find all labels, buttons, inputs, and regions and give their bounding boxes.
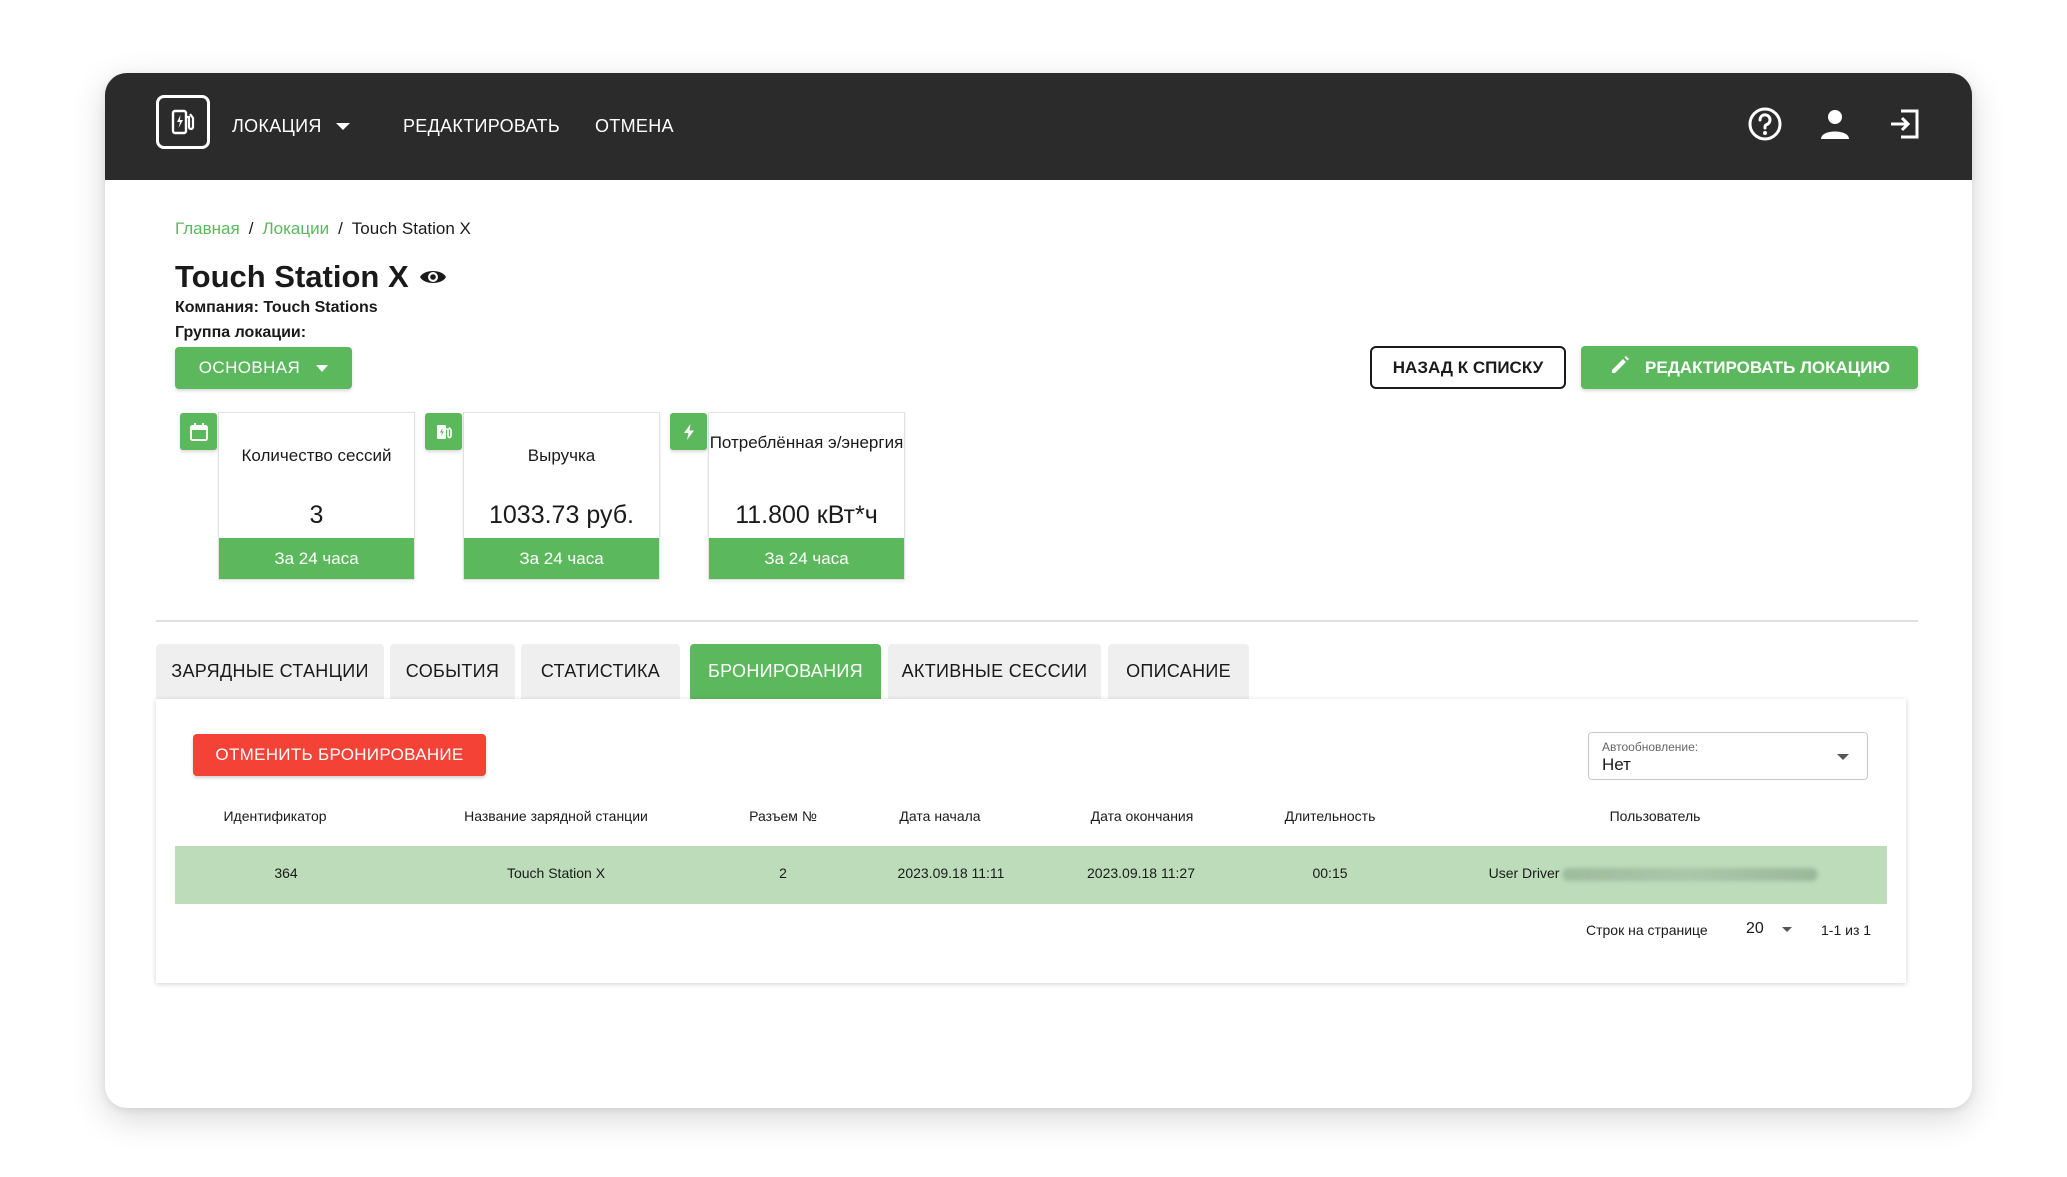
- cell-user-name: User Driver: [1488, 865, 1560, 881]
- chevron-down-icon: [335, 122, 350, 130]
- nav-location-label: ЛОКАЦИЯ: [232, 115, 322, 136]
- back-to-list-button[interactable]: НАЗАД К СПИСКУ: [1370, 346, 1566, 389]
- column-header-start[interactable]: Дата начала: [899, 808, 980, 824]
- help-icon[interactable]: [1745, 104, 1785, 144]
- chevron-down-icon: [316, 364, 329, 372]
- stat-card-sessions: Количество сессий 3 За 24 часа: [218, 412, 415, 580]
- chevron-down-icon: [1837, 754, 1849, 760]
- stat-card-value: 3: [309, 501, 324, 529]
- tab-bookings[interactable]: БРОНИРОВАНИЯ: [690, 644, 881, 699]
- tab-label: ЗАРЯДНЫЕ СТАНЦИИ: [171, 661, 369, 681]
- tab-label: СТАТИСТИКА: [540, 661, 661, 681]
- nav-location-menu[interactable]: ЛОКАЦИЯ: [232, 111, 350, 141]
- group-label: Группа локации:: [175, 324, 307, 341]
- breadcrumb-locations-link[interactable]: Локации: [262, 219, 329, 239]
- stat-card-value: 11.800 кВт*ч: [735, 501, 878, 529]
- page-title: Touch Station X: [175, 259, 447, 295]
- table-row[interactable]: 364 Touch Station X 2 2023.09.18 11:11 2…: [175, 846, 1887, 904]
- pagination-range: 1-1 из 1: [1821, 922, 1872, 938]
- breadcrumb-current: Touch Station X: [351, 219, 471, 238]
- breadcrumb-separator: /: [248, 219, 254, 238]
- chevron-down-icon: [1781, 926, 1792, 932]
- column-header-id[interactable]: Идентификатор: [223, 808, 326, 824]
- pencil-icon: [1609, 354, 1631, 381]
- edit-location-button[interactable]: РЕДАКТИРОВАТЬ ЛОКАЦИЮ: [1581, 346, 1918, 389]
- location-title: Touch Station X: [175, 259, 409, 294]
- stat-card-title: Выручка: [527, 446, 596, 465]
- column-header-user[interactable]: Пользователь: [1610, 808, 1701, 824]
- cancel-booking-button[interactable]: ОТМЕНИТЬ БРОНИРОВАНИЕ: [193, 734, 486, 776]
- back-to-list-label: НАЗАД К СПИСКУ: [1392, 357, 1544, 377]
- column-header-duration[interactable]: Длительность: [1285, 808, 1376, 824]
- stat-card-revenue: Выручка 1033.73 руб. За 24 часа: [463, 412, 660, 580]
- tab-label: БРОНИРОВАНИЯ: [708, 661, 863, 681]
- stat-card-period: За 24 часа: [709, 538, 904, 579]
- tab-events[interactable]: СОБЫТИЯ: [390, 644, 515, 699]
- tab-active-sessions[interactable]: АКТИВНЫЕ СЕССИИ: [888, 644, 1101, 699]
- bookings-panel: ОТМЕНИТЬ БРОНИРОВАНИЕ Автообновление: Не…: [156, 699, 1906, 983]
- location-group-value: ОСНОВНАЯ: [198, 358, 301, 377]
- stat-card-value: 1033.73 руб.: [489, 501, 634, 529]
- fuel-station-icon: [425, 413, 462, 450]
- tab-charging-stations[interactable]: ЗАРЯДНЫЕ СТАНЦИИ: [156, 644, 384, 699]
- stat-card-title: Потреблённая э/энергия: [709, 433, 904, 452]
- cell-start: 2023.09.18 11:11: [897, 865, 1005, 881]
- cell-id: 364: [274, 865, 298, 881]
- cell-duration: 00:15: [1312, 865, 1348, 881]
- cancel-booking-label: ОТМЕНИТЬ БРОНИРОВАНИЕ: [215, 745, 464, 764]
- autoupdate-select[interactable]: Автообновление: Нет: [1588, 732, 1868, 780]
- breadcrumb-separator: /: [338, 219, 343, 238]
- lightning-icon: [670, 413, 707, 450]
- cell-user: User Driver: [1489, 865, 1818, 881]
- top-bar: ЛОКАЦИЯ РЕДАКТИРОВАТЬ ОТМЕНА: [105, 73, 1972, 180]
- nav-cancel-label: ОТМЕНА: [595, 115, 674, 136]
- column-header-station[interactable]: Название зарядной станции: [464, 808, 648, 824]
- eye-icon[interactable]: [419, 259, 447, 295]
- company-label: Компания: Touch Stations: [175, 299, 378, 316]
- app-window: ЛОКАЦИЯ РЕДАКТИРОВАТЬ ОТМЕНА Главная / Л…: [105, 73, 1972, 1108]
- section-divider: [156, 620, 1918, 622]
- tab-statistics[interactable]: СТАТИСТИКА: [521, 644, 680, 699]
- tab-label: АКТИВНЫЕ СЕССИИ: [901, 661, 1088, 681]
- column-header-end[interactable]: Дата окончания: [1091, 808, 1194, 824]
- tab-label: ОПИСАНИЕ: [1126, 661, 1231, 681]
- cell-end: 2023.09.18 11:27: [1087, 865, 1195, 881]
- rows-per-page-select[interactable]: 20: [1746, 920, 1792, 938]
- nav-edit[interactable]: РЕДАКТИРОВАТЬ: [403, 111, 560, 141]
- tab-description[interactable]: ОПИСАНИЕ: [1108, 644, 1249, 699]
- column-header-connector[interactable]: Разъем №: [749, 808, 817, 824]
- nav-edit-label: РЕДАКТИРОВАТЬ: [403, 115, 560, 136]
- rows-per-page-label: Строк на странице: [1586, 922, 1708, 938]
- logout-icon[interactable]: [1885, 104, 1925, 144]
- autoupdate-label: Автообновление:: [1602, 740, 1699, 754]
- breadcrumb-home-link[interactable]: Главная: [175, 219, 240, 239]
- user-icon[interactable]: [1815, 104, 1855, 144]
- nav-cancel[interactable]: ОТМЕНА: [595, 111, 674, 141]
- autoupdate-value: Нет: [1602, 755, 1631, 774]
- stat-card-period: За 24 часа: [219, 538, 414, 579]
- location-group-select[interactable]: ОСНОВНАЯ: [175, 347, 352, 389]
- breadcrumb: Главная / Локации / Touch Station X: [175, 219, 471, 239]
- redacted-email: [1562, 867, 1818, 881]
- stat-card-title: Количество сессий: [241, 446, 392, 465]
- calendar-icon: [180, 413, 217, 450]
- cell-station: Touch Station X: [506, 865, 606, 881]
- stat-card-period: За 24 часа: [464, 538, 659, 579]
- tab-label: СОБЫТИЯ: [405, 661, 500, 681]
- edit-location-label: РЕДАКТИРОВАТЬ ЛОКАЦИЮ: [1645, 357, 1890, 377]
- charging-station-logo-icon[interactable]: [156, 95, 210, 149]
- rows-per-page-value: 20: [1746, 920, 1764, 937]
- cell-connector: 2: [779, 865, 787, 881]
- stat-card-energy: Потреблённая э/энергия 11.800 кВт*ч За 2…: [708, 412, 905, 580]
